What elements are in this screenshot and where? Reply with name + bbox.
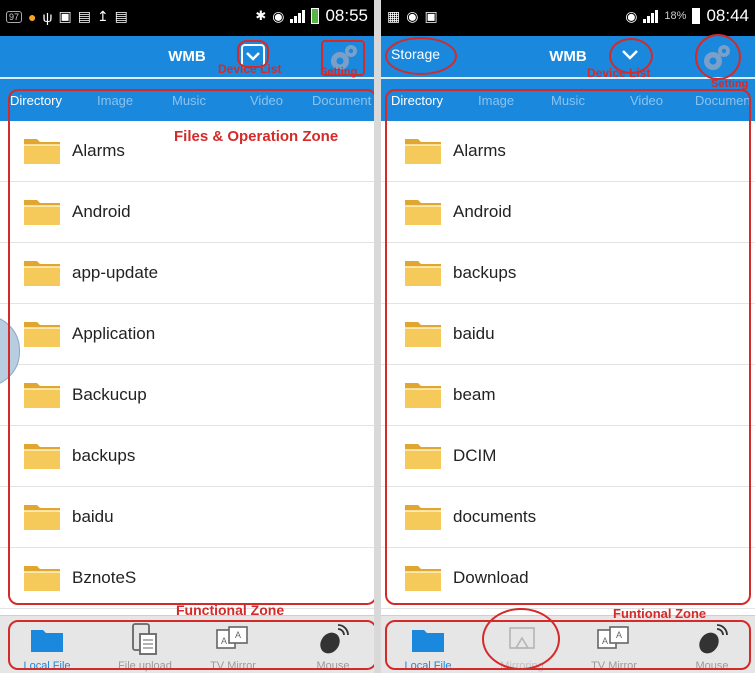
files-zone-annotation-box	[385, 89, 751, 605]
header-divider	[381, 77, 755, 79]
notification-badge: 97	[6, 10, 23, 23]
functional-zone-annotation-box	[8, 620, 374, 670]
phone-screen-right: ▦ ◉ ▣ ◉ 18% 08:44 Storage WMB Directory …	[381, 0, 755, 673]
image-icon: ▣	[424, 8, 438, 24]
battery-icon	[692, 8, 701, 24]
clock: 08:44	[706, 6, 749, 25]
status-bar: ▦ ◉ ▣ ◉ 18% 08:44	[381, 0, 755, 36]
device-list-annotation: Device List	[587, 66, 651, 80]
files-zone-annotation-box	[8, 89, 374, 605]
wifi-icon: ◉	[625, 7, 638, 24]
header-divider	[0, 77, 374, 79]
upload-icon: ↥	[96, 8, 109, 24]
signal-icon	[643, 9, 659, 23]
document-icon: ▤	[77, 8, 91, 24]
image-icon: ▤	[114, 8, 128, 24]
device-title: WMB	[168, 48, 206, 65]
wifi-icon: ◉	[272, 7, 285, 24]
bluetooth-icon: ✱	[255, 8, 267, 23]
files-zone-annotation: Files & Operation Zone	[174, 128, 339, 145]
device-list-annotation: Device List	[218, 62, 282, 76]
usb-icon: ψ	[42, 8, 53, 25]
functional-zone-annotation: Functional Zone	[176, 602, 285, 618]
functional-zone-annotation: Funtional Zone	[613, 606, 707, 621]
setting-annotation: Setting	[320, 66, 358, 78]
signal-icon	[290, 9, 306, 23]
clock: 08:55	[325, 6, 368, 25]
storage-annotation-ellipse	[385, 37, 457, 75]
status-bar: 97 ● ψ ▣ ▤ ↥ ▤ ✱ ◉ 08:55	[0, 0, 374, 36]
app-icon-2: ◉	[406, 8, 419, 24]
battery-percent: 18%	[664, 10, 687, 22]
phone-screen-left: 97 ● ψ ▣ ▤ ↥ ▤ ✱ ◉ 08:55 WMB Directory I…	[0, 0, 374, 673]
app-header: WMB	[0, 36, 374, 81]
wechat-icon: ●	[28, 8, 37, 25]
functional-zone-annotation-box	[385, 620, 751, 670]
setting-annotation-ellipse	[695, 34, 741, 80]
app-icon: ▦	[387, 8, 401, 24]
battery-icon	[311, 8, 320, 24]
screen-mirror-icon: ▣	[58, 8, 72, 24]
mirroring-annotation-ellipse	[482, 608, 560, 670]
